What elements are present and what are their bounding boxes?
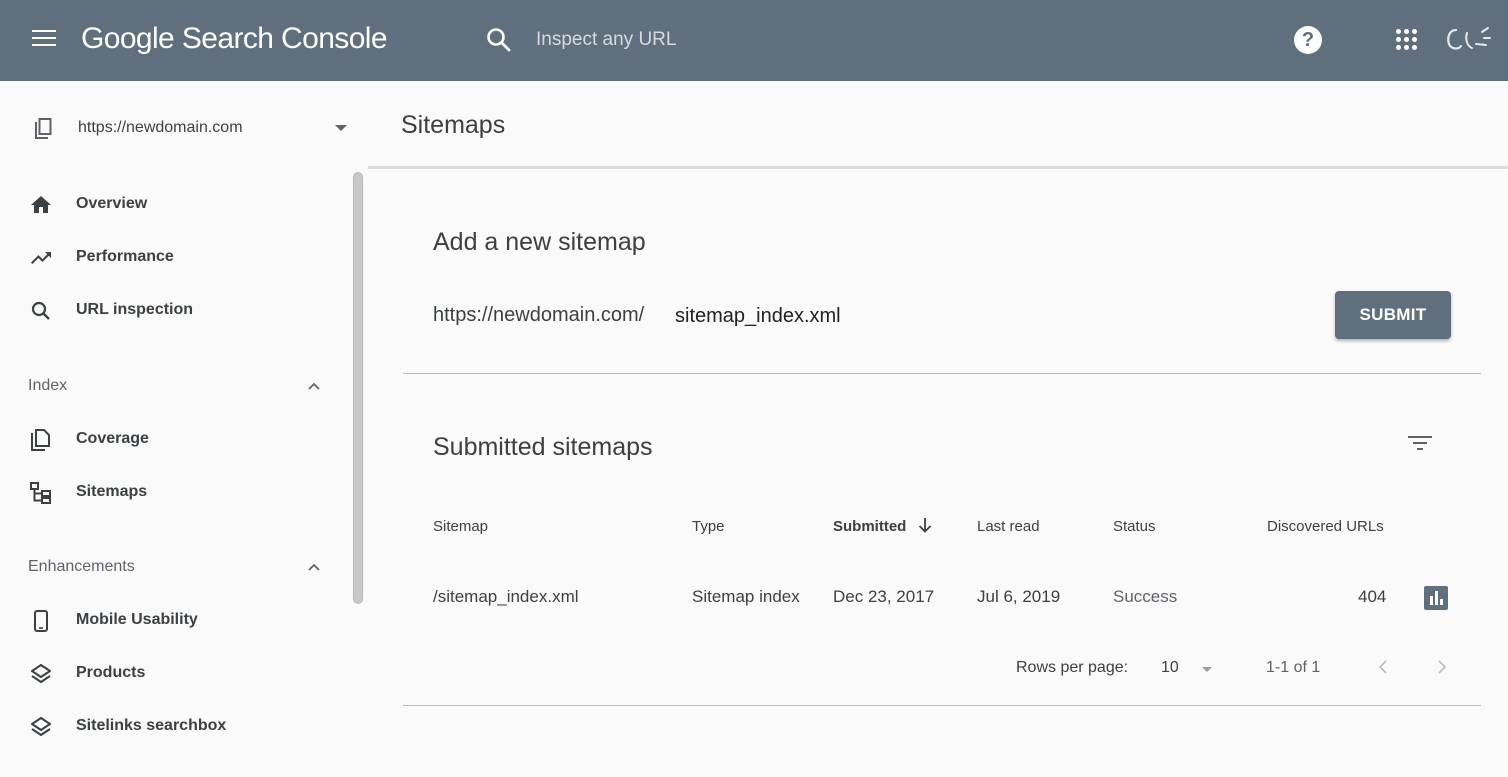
sidebar-scrollbar[interactable] — [353, 172, 363, 604]
sidebar-item-url-inspection[interactable]: URL inspection — [0, 286, 350, 336]
card-bottom-divider — [403, 705, 1481, 706]
coverage-icon — [31, 429, 50, 451]
sidebar-item-label: Coverage — [76, 430, 149, 447]
page-title: Sitemaps — [401, 111, 506, 139]
column-header-type[interactable]: Type — [692, 518, 725, 535]
column-header-last-read[interactable]: Last read — [977, 518, 1040, 535]
chevron-down-icon[interactable] — [335, 125, 347, 131]
column-header-status[interactable]: Status — [1113, 518, 1156, 535]
sidebar-item-performance[interactable]: Performance — [0, 233, 350, 283]
column-header-sitemap[interactable]: Sitemap — [433, 518, 488, 535]
add-sitemap-title: Add a new sitemap — [433, 228, 646, 256]
sidebar-item-label: Mobile Usability — [76, 611, 198, 628]
section-label: Index — [28, 377, 68, 394]
pagination-range: 1-1 of 1 — [1266, 659, 1321, 676]
rows-per-page-select[interactable]: 10 — [1161, 659, 1179, 677]
help-icon[interactable]: ? — [1294, 26, 1322, 54]
card-divider — [403, 373, 1481, 374]
submit-button[interactable]: SUBMIT — [1335, 291, 1451, 339]
filter-icon[interactable] — [1408, 434, 1432, 452]
sidebar-item-coverage[interactable]: Coverage — [0, 415, 350, 465]
cell-last-read: Jul 6, 2019 — [977, 587, 1061, 606]
apps-icon[interactable] — [1396, 29, 1418, 51]
chevron-down-icon[interactable] — [1202, 667, 1212, 672]
sitemap-url-prefix: https://newdomain.com/ — [433, 304, 645, 326]
home-icon — [31, 196, 51, 213]
property-icon — [35, 118, 52, 139]
phone-icon — [34, 610, 48, 632]
cell-sitemap[interactable]: /sitemap_index.xml — [433, 587, 579, 607]
sidebar-item-label: Sitelinks searchbox — [76, 717, 227, 734]
sidebar-item-products[interactable]: Products — [0, 649, 350, 699]
sidebar-item-sitemaps[interactable]: Sitemaps — [0, 468, 350, 518]
cell-submitted: Dec 23, 2017 — [833, 587, 935, 606]
sidebar-item-label: Overview — [76, 195, 148, 212]
search-icon[interactable] — [486, 27, 512, 53]
chevron-right-icon[interactable] — [1432, 656, 1452, 678]
section-header-index[interactable]: Index — [0, 367, 350, 407]
property-selector[interactable]: https://newdomain.com — [0, 101, 360, 155]
sitemap-icon — [30, 482, 51, 504]
section-label: Enhancements — [28, 558, 135, 575]
chevron-up-icon[interactable] — [305, 379, 323, 393]
column-header-submitted[interactable]: Submitted — [833, 518, 906, 535]
url-inspect-input[interactable] — [536, 25, 1136, 55]
title-divider — [368, 166, 1508, 169]
arrow-down-icon[interactable] — [917, 516, 933, 534]
sidebar-item-mobile-usability[interactable]: Mobile Usability — [0, 596, 350, 646]
chevron-up-icon[interactable] — [305, 560, 323, 574]
cell-type: Sitemap index — [692, 587, 800, 606]
property-url: https://newdomain.com — [78, 119, 243, 136]
menu-icon[interactable] — [32, 30, 56, 50]
layers-icon — [31, 717, 51, 736]
avatar[interactable] — [1444, 24, 1492, 54]
sidebar: https://newdomain.com Overview Performan… — [0, 81, 368, 777]
sidebar-item-label: Sitemaps — [76, 483, 148, 500]
top-app-bar: Google Search Console ? — [0, 0, 1508, 81]
sidebar-item-sitelinks-searchbox[interactable]: Sitelinks searchbox — [0, 702, 350, 752]
column-header-discovered-urls[interactable]: Discovered URLs — [1267, 518, 1384, 535]
rows-per-page-label: Rows per page: — [1016, 659, 1129, 676]
sidebar-item-label: URL inspection — [76, 301, 194, 318]
chevron-left-icon[interactable] — [1373, 656, 1393, 678]
layers-icon — [31, 664, 51, 683]
section-header-enhancements[interactable]: Enhancements — [0, 548, 350, 588]
trending-up-icon — [31, 252, 51, 264]
sidebar-item-overview[interactable]: Overview — [0, 180, 350, 230]
cell-discovered-urls: 404 — [1358, 587, 1387, 606]
bar-chart-icon[interactable] — [1424, 586, 1448, 610]
sitemap-url-input[interactable] — [675, 301, 1175, 331]
search-icon — [31, 301, 50, 320]
sidebar-item-label: Performance — [76, 248, 174, 265]
cell-status: Success — [1113, 587, 1178, 606]
sidebar-item-label: Products — [76, 664, 146, 681]
app-title[interactable]: Google Search Console — [81, 22, 388, 56]
submitted-sitemaps-title: Submitted sitemaps — [433, 433, 653, 461]
